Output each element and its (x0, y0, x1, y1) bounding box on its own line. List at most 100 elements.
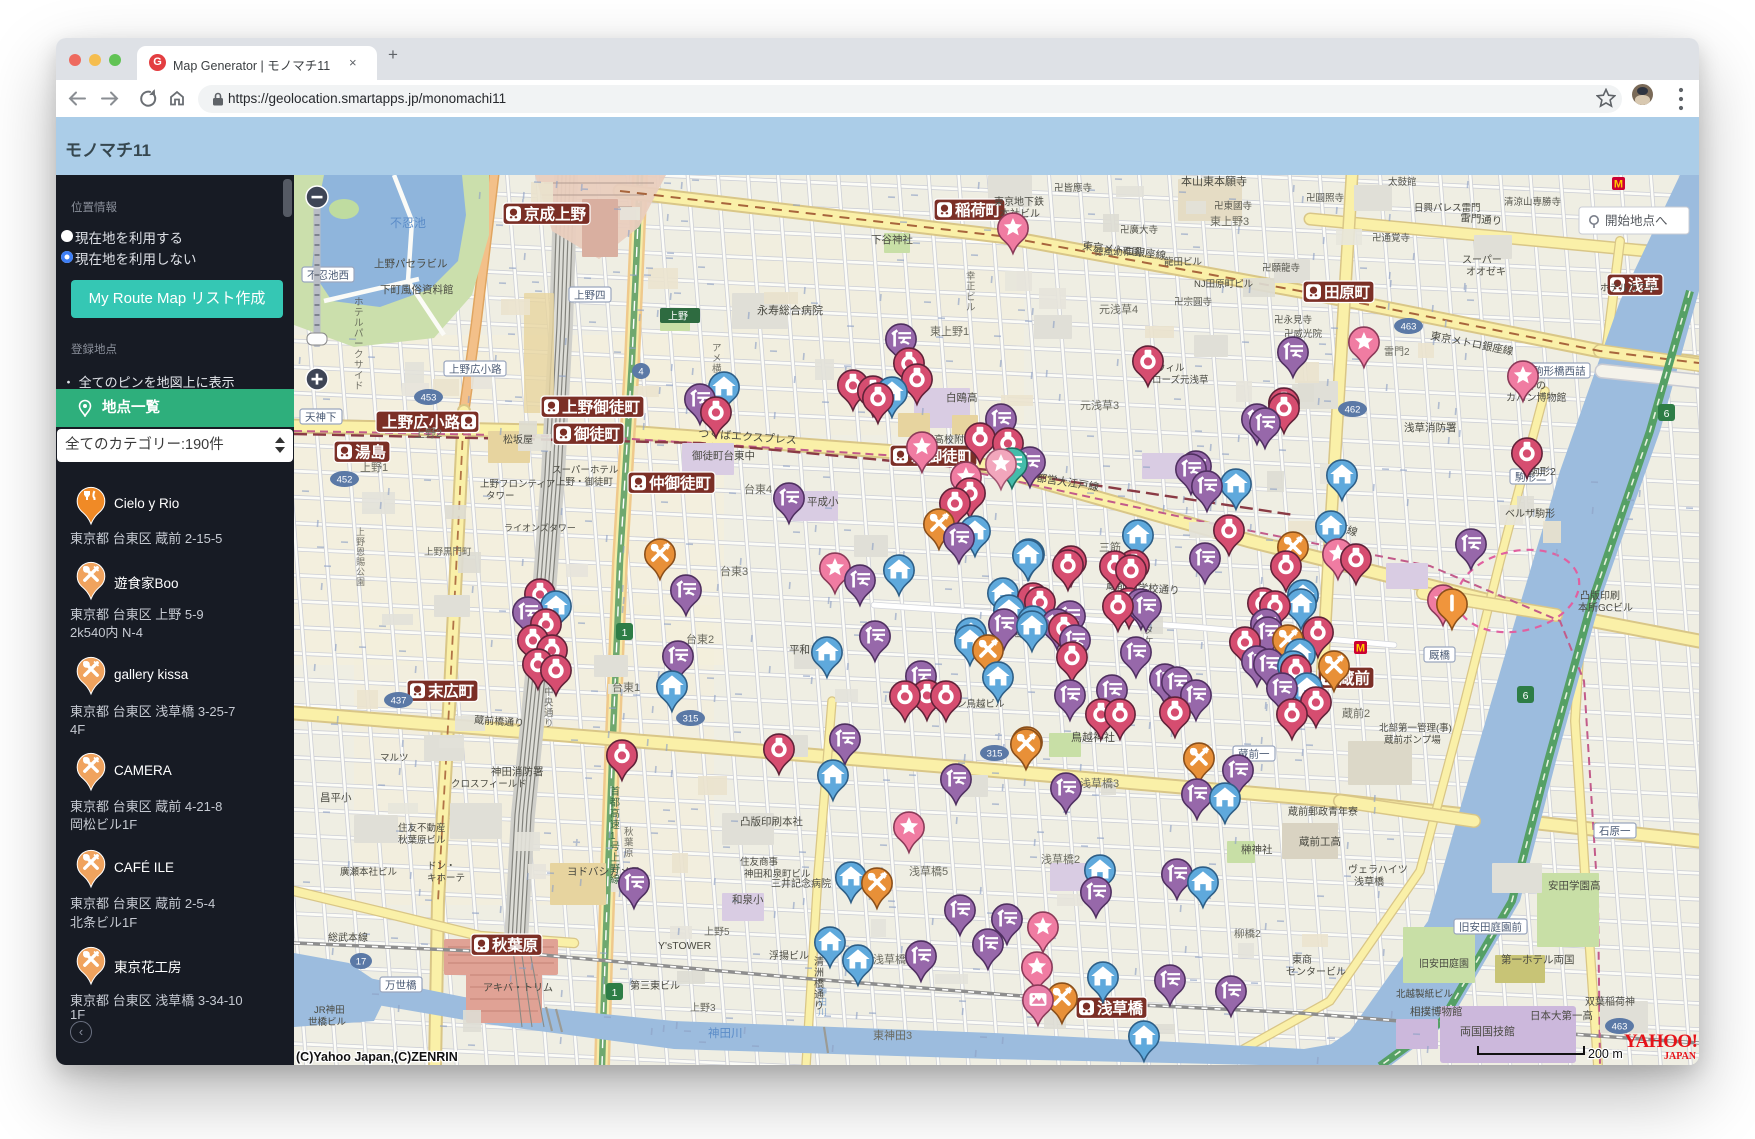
svg-text:石原一: 石原一 (1599, 826, 1631, 838)
svg-text:1: 1 (612, 987, 618, 999)
svg-text:上野黒門町: 上野黒門町 (424, 547, 472, 558)
svg-text:453: 453 (421, 393, 437, 404)
svg-text:鳥越神社: 鳥越神社 (1071, 730, 1115, 744)
svg-text:本山東本願寺: 本山東本願寺 (1181, 175, 1247, 188)
svg-text:315: 315 (683, 714, 699, 725)
svg-text:雷門2: 雷門2 (1384, 346, 1410, 358)
svg-text:クロスフィールド: クロスフィールド (451, 779, 527, 790)
svg-text:安田学園高: 安田学園高 (1548, 879, 1601, 892)
svg-text:マルツ: マルツ (380, 753, 409, 764)
svg-text:上野1: 上野1 (360, 461, 388, 474)
svg-text:JAPAN: JAPAN (1664, 1051, 1697, 1062)
svg-text:ベルザ駒形: ベルザ駒形 (1505, 508, 1555, 520)
svg-text:神田和泉町ビル: 神田和泉町ビル (744, 868, 811, 880)
svg-text:凸版印刷: 凸版印刷 (1580, 589, 1620, 602)
svg-text:住友商事: 住友商事 (740, 856, 779, 868)
svg-text:ヴェラハイツ: ヴェラハイツ (1348, 863, 1408, 876)
svg-text:中央通り: 中央通り (544, 686, 554, 730)
svg-text:田原町: 田原町 (1324, 284, 1370, 302)
svg-text:卍永見寺: 卍永見寺 (1274, 314, 1313, 326)
svg-text:アメ横: アメ横 (712, 343, 722, 375)
svg-text:清涼山専勝寺: 清涼山専勝寺 (1504, 196, 1562, 208)
svg-text:台東2: 台東2 (686, 632, 714, 646)
svg-text:榊神社: 榊神社 (1241, 843, 1273, 856)
svg-text:315: 315 (987, 749, 1003, 760)
svg-text:昌平小: 昌平小 (320, 792, 352, 804)
svg-text:4: 4 (638, 367, 643, 378)
svg-text:卍廣大寺: 卍廣大寺 (1120, 224, 1159, 236)
svg-text:上野四: 上野四 (574, 290, 606, 302)
svg-text:M: M (1614, 179, 1623, 191)
svg-text:YAHOO!: YAHOO! (1624, 1031, 1698, 1052)
svg-text:旧安田庭園前: 旧安田庭園前 (1459, 921, 1522, 934)
svg-text:蔵前郵政青年寮: 蔵前郵政青年寮 (1288, 805, 1358, 818)
svg-text:末広町: 末広町 (428, 682, 474, 701)
svg-text:東商: 東商 (1292, 953, 1312, 966)
svg-text:下町風俗資料館: 下町風俗資料館 (380, 283, 454, 296)
svg-text:卍東國寺: 卍東國寺 (1214, 200, 1253, 212)
svg-text:蔵前ポンプ場: 蔵前ポンプ場 (1384, 734, 1441, 746)
svg-text:下谷神社: 下谷神社 (871, 233, 913, 246)
svg-text:蔵前2: 蔵前2 (1342, 706, 1370, 720)
svg-text:凸版印刷本社: 凸版印刷本社 (740, 815, 803, 828)
svg-text:浅草橋5: 浅草橋5 (909, 864, 948, 878)
svg-text:上野フロンティア: 上野フロンティア (480, 479, 555, 490)
svg-text:カバン博物館: カバン博物館 (1506, 391, 1567, 404)
svg-text:廣瀬本社ビル: 廣瀬本社ビル (340, 866, 398, 878)
svg-text:秋葉原: 秋葉原 (624, 826, 634, 859)
svg-text:浅草消防署: 浅草消防署 (1404, 421, 1457, 434)
svg-text:卍宗圓寺: 卍宗圓寺 (1174, 296, 1213, 308)
svg-text:世橋ビル: 世橋ビル (308, 1016, 347, 1028)
svg-text:万世橋: 万世橋 (385, 979, 417, 992)
svg-text:神田川: 神田川 (708, 1026, 743, 1040)
svg-text:台東1: 台東1 (612, 680, 640, 694)
svg-text:卍皆應寺: 卍皆應寺 (1054, 182, 1093, 194)
svg-text:第一ホテル両国: 第一ホテル両国 (1501, 953, 1575, 966)
svg-text:Y'sTOWER: Y'sTOWER (658, 940, 712, 952)
svg-text:東上野3: 東上野3 (1210, 215, 1249, 228)
svg-text:東京地下鉄: 東京地下鉄 (994, 195, 1044, 208)
svg-text:上野広小路: 上野広小路 (449, 363, 502, 376)
svg-text:437: 437 (391, 696, 407, 707)
svg-text:462: 462 (1345, 405, 1361, 416)
svg-text:台東3: 台東3 (720, 564, 748, 578)
svg-text:上野恩賜公園: 上野恩賜公園 (356, 527, 365, 587)
svg-text:センタービル: センタービル (1286, 966, 1346, 978)
svg-text:1: 1 (622, 627, 628, 639)
svg-text:秋葉原ビル: 秋葉原ビル (398, 834, 446, 846)
svg-text:元浅草3: 元浅草3 (1080, 399, 1119, 412)
svg-text:日興パレス雷門: 日興パレス雷門 (1414, 203, 1481, 214)
svg-text:上野パセラビル: 上野パセラビル (374, 258, 448, 270)
svg-text:開始地点へ: 開始地点へ (1605, 214, 1668, 228)
svg-text:厩橋: 厩橋 (1429, 649, 1451, 662)
svg-text:452: 452 (337, 475, 353, 486)
svg-text:卍通覚寺: 卍通覚寺 (1372, 232, 1411, 244)
svg-text:浅草橋: 浅草橋 (1354, 875, 1384, 888)
svg-text:ライオンズタワー: ライオンズタワー (504, 522, 576, 533)
svg-text:仲御徒町: 仲御徒町 (649, 474, 711, 493)
svg-text:御徒町: 御徒町 (573, 425, 620, 444)
svg-text:上野5: 上野5 (704, 926, 730, 938)
svg-text:秋葉原: 秋葉原 (492, 936, 538, 955)
svg-text:M: M (1356, 643, 1365, 655)
svg-text:元浅草4: 元浅草4 (1099, 303, 1138, 316)
svg-text:両国国技館: 両国国技館 (1460, 1024, 1515, 1038)
svg-text:東神田3: 東神田3 (873, 1028, 912, 1042)
svg-text:不忍池: 不忍池 (390, 216, 426, 230)
svg-text:上野・御徒町: 上野・御徒町 (556, 476, 614, 488)
svg-text:台東4: 台東4 (744, 482, 772, 496)
svg-text:17: 17 (356, 957, 367, 968)
svg-text:太鼓館: 太鼓館 (1388, 176, 1417, 188)
svg-text:清洲橋通り: 清洲橋通り (814, 955, 824, 1012)
svg-text:6: 6 (1664, 408, 1670, 420)
svg-text:御徒町台東中: 御徒町台東中 (692, 449, 755, 462)
svg-text:双葉稲荷神: 双葉稲荷神 (1585, 995, 1635, 1008)
svg-text:駒形橋西詰: 駒形橋西詰 (1533, 365, 1586, 378)
svg-text:東上野1: 東上野1 (930, 325, 969, 338)
svg-text:北部第一管理(事): 北部第一管理(事) (1379, 722, 1452, 734)
svg-text:卍圓照寺: 卍圓照寺 (1306, 193, 1345, 204)
svg-text:平和: 平和 (789, 644, 810, 656)
svg-text:京成上野: 京成上野 (524, 205, 586, 224)
svg-text:柳橋2: 柳橋2 (1234, 927, 1261, 940)
svg-text:日本大第一高: 日本大第一高 (1530, 1009, 1593, 1022)
